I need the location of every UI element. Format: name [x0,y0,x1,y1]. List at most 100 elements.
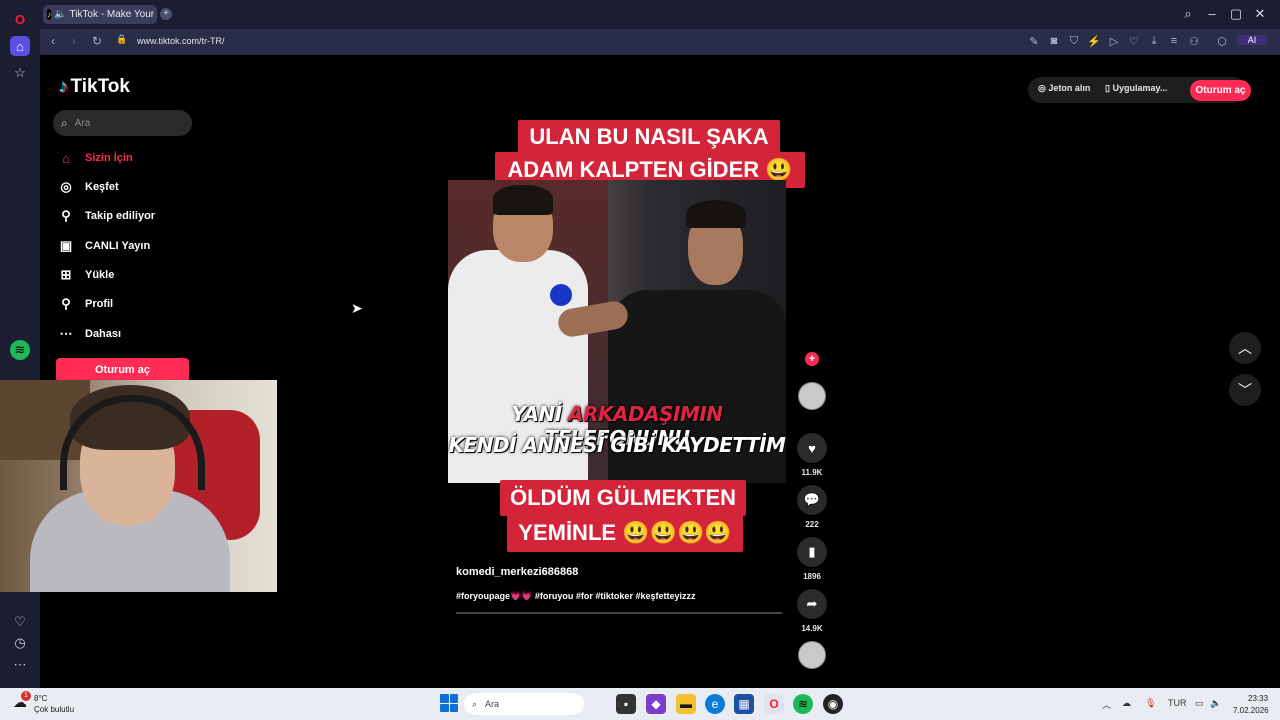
new-tab-button[interactable]: + [160,8,172,20]
previous-video-button[interactable]: ︿ [1229,332,1261,364]
vpn-icon[interactable]: ⚡ [1087,35,1101,48]
widgets-icon[interactable]: ◆ [646,694,666,714]
nav-item-live[interactable]: ▣ CANLI Yayın [58,238,150,254]
nav-item-profile[interactable]: ⚲ Profil [58,296,113,312]
chevron-down-icon: ﹀ [1238,382,1252,398]
language-indicator[interactable]: TUR [1168,698,1187,708]
search-tabs-icon[interactable]: ⌕ [1180,6,1196,22]
search-placeholder: Ara [74,117,91,129]
top-login-button[interactable]: Oturum aç [1190,80,1251,101]
nav-item-following[interactable]: ⚲ Takip ediliyor [58,208,155,224]
close-icon[interactable]: ✕ [1252,6,1268,22]
microphone-icon[interactable]: 🎙 [1145,698,1156,709]
windows-taskbar: ☁ 1 8°C Çok bulutlu ⌕ Ara ▪ ◆ ▬ e ▦ O ≋ … [0,688,1280,720]
maximize-icon[interactable]: ▢ [1228,6,1244,22]
spotify-icon[interactable]: ≋ [793,694,813,714]
share-icon: ➦ [806,596,818,611]
top-right-bar: ◎ Jeton alın ▯ Uygulamay... Oturum aç [1028,77,1251,103]
upload-icon: ⊞ [60,267,72,282]
camera-icon[interactable]: ◙ [1047,35,1061,47]
phone-icon: ▯ [1105,83,1110,93]
comment-count: 222 [805,520,819,529]
minimize-icon[interactable]: – [1204,6,1220,21]
forward-icon[interactable]: › [67,34,81,48]
opera-logo-icon[interactable]: O [10,9,30,29]
weather-description[interactable]: Çok bulutlu [34,705,74,714]
sidebar-login-button[interactable]: Oturum aç [56,358,189,382]
reload-icon[interactable]: ↻ [90,34,104,48]
nav-item-upload[interactable]: ⊞ Yükle [58,267,115,283]
search-input[interactable]: ⌕ Ara [53,110,192,136]
next-video-button[interactable]: ﹀ [1229,374,1261,406]
like-count: 11.9K [801,468,823,477]
home-icon: ⌂ [62,150,70,166]
download-icon[interactable]: ⤓ [1147,35,1161,48]
tiktok-logo[interactable]: ♪ TikTok [58,76,130,98]
video-player[interactable]: ULAN BU NASIL ŞAKA ADAM KALPTEN GİDER 😃 … [448,55,805,613]
onedrive-icon[interactable]: ☁ [1122,698,1131,709]
follow-button[interactable]: + [805,352,819,366]
back-icon[interactable]: ‹ [46,34,60,48]
clock-date[interactable]: 7.02.2026 [1233,706,1269,715]
author-avatar[interactable] [798,382,826,410]
edit-icon[interactable]: ✎ [1027,35,1041,48]
taskbar-search[interactable]: ⌕ Ara [464,693,584,715]
nav-item-more[interactable]: ⋯ Dahası [58,326,122,342]
video-hashtags[interactable]: #foryoupage💗💗 #foruyou #for #tiktoker #k… [456,591,695,602]
volume-icon[interactable]: 🔈 [1210,698,1221,709]
heart-icon: ♥ [808,440,816,456]
task-view-icon[interactable]: ▪ [616,694,636,714]
tab-tiktok[interactable]: ♪ 🔈 TikTok - Make Your Da [43,5,157,24]
opera-icon[interactable]: O [764,694,784,714]
lock-icon[interactable]: 🔒 [115,34,129,45]
network-icon[interactable]: ▭ [1195,698,1204,709]
home-icon[interactable]: ⌂ [10,36,30,56]
clock-time[interactable]: 23:33 [1248,694,1268,703]
comment-button[interactable]: 💬 [797,485,827,515]
extensions-icon[interactable]: ⬡ [1215,35,1229,48]
video-progress[interactable] [456,612,782,614]
nav-item-explore[interactable]: ◎ Keşfet [58,179,119,195]
address-bar: ‹ › ↻ 🔒 www.tiktok.com/tr-TR/ ✎ ◙ ⛉ ⚡ ▷ … [40,29,1280,55]
history-icon[interactable]: ◷ [10,633,30,653]
play-icon[interactable]: ▷ [1107,35,1121,48]
search-icon: ⌕ [61,115,68,130]
ai-button[interactable]: AI [1237,35,1267,45]
search-icon: ⌕ [472,698,478,709]
more-icon[interactable]: ⋯ [10,655,30,675]
windows-start-icon[interactable] [440,694,458,712]
bookmark-heart-icon[interactable]: ♡ [1127,35,1141,48]
notification-badge: 1 [21,691,31,701]
tab-title: TikTok - Make Your Da [69,9,157,20]
nav-label: Takip ediliyor [85,210,156,222]
nav-label: Yükle [85,269,115,281]
like-button[interactable]: ♥ [797,433,827,463]
video-author[interactable]: komedi_merkezi686868 [456,566,578,578]
menu-icon[interactable]: ≡ [1167,35,1181,47]
video-frame: YANİ ARKADAŞIMIN TELEFONUNU KENDİ ANNESİ… [448,180,786,483]
heart-icon[interactable]: ♡ [10,612,30,632]
sound-avatar[interactable] [798,641,826,669]
live-icon: ▣ [59,238,73,253]
store-icon[interactable]: ▦ [734,694,754,714]
pinboard-icon[interactable]: ☆ [10,63,30,83]
get-coins-link[interactable]: ◎ Jeton alın [1038,83,1090,94]
obs-icon[interactable]: ◉ [823,694,843,714]
share-button[interactable]: ➦ [797,589,827,619]
adblock-icon[interactable]: ⛉ [1067,35,1081,48]
file-explorer-icon[interactable]: ▬ [676,694,696,714]
bottom-caption-line2: YEMİNLE 😃😃😃😃 [507,514,743,552]
save-count: 1896 [803,572,821,581]
save-button[interactable]: ▮ [797,537,827,567]
nav-item-for-you[interactable]: ⌂ Sizin İçin [58,150,133,166]
spotify-icon[interactable]: ≋ [10,340,30,360]
url-field[interactable]: www.tiktok.com/tr-TR/ [137,36,225,46]
tray-overflow-icon[interactable]: ︿ [1102,698,1111,711]
comment-icon: 💬 [803,492,821,507]
get-app-link[interactable]: ▯ Uygulamay... [1105,83,1167,94]
edge-icon[interactable]: e [705,694,725,714]
nav-label: Keşfet [85,181,119,193]
weather-temperature[interactable]: 8°C [34,694,47,703]
account-icon[interactable]: ⚇ [1187,35,1201,48]
nav-label: CANLI Yayın [85,240,151,252]
